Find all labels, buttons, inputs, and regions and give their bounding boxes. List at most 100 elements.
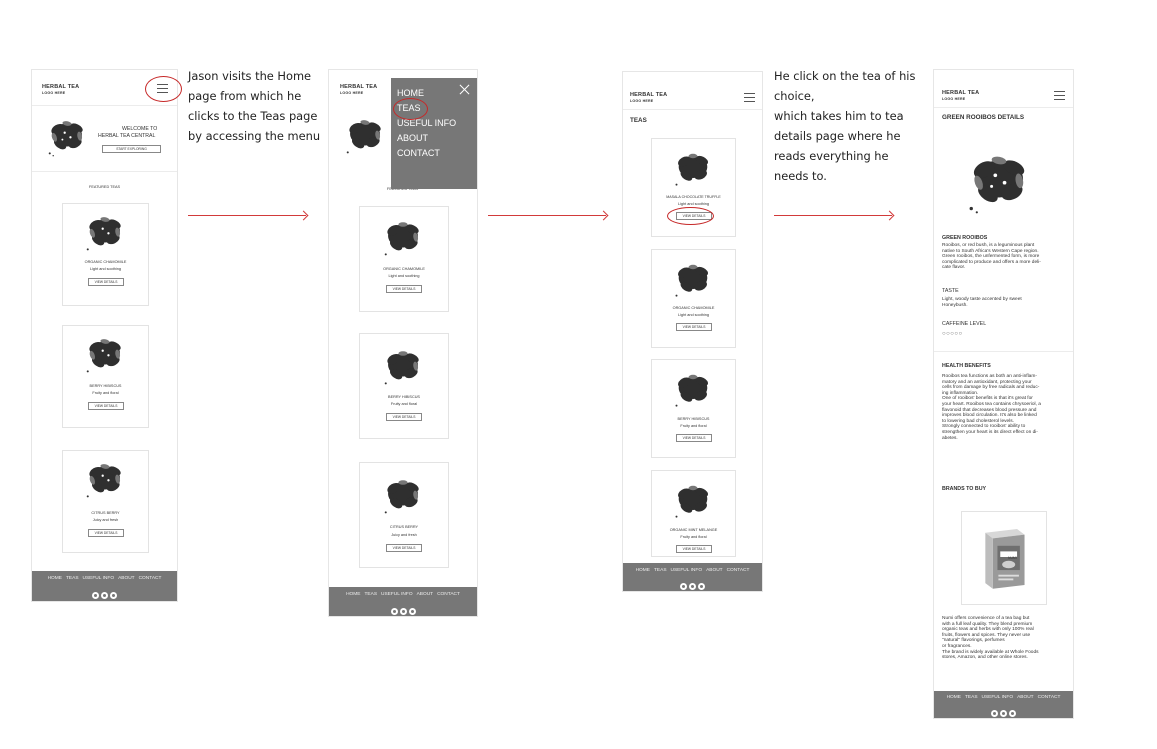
instagram-icon[interactable]: [698, 583, 705, 590]
tea-name: CITRUS BERRY: [389, 525, 419, 529]
tea-leaves-image: [675, 153, 708, 186]
brand-logo[interactable]: HERBAL TEA LOGO HERE: [340, 84, 377, 96]
menu-item-home[interactable]: HOME: [397, 88, 424, 98]
brand-logo[interactable]: HERBAL TEA LOGO HERE: [630, 92, 667, 104]
highlight-circle: [145, 76, 182, 102]
menu-screen: HERBAL TEA LOGO HERE FEATURED TEAS ORGANI…: [328, 69, 478, 617]
twitter-icon[interactable]: [101, 592, 108, 599]
view-details-button[interactable]: VIEW DETAILS: [88, 402, 124, 410]
footer-link-teas[interactable]: TEAS: [66, 576, 79, 581]
footer-link-useful-info[interactable]: USEFUL INFO: [982, 695, 1014, 700]
footer-link-useful-info[interactable]: USEFUL INFO: [381, 592, 413, 597]
footer-link-useful-info[interactable]: USEFUL INFO: [671, 568, 703, 573]
footer-link-about[interactable]: ABOUT: [706, 568, 723, 573]
footer-link-about[interactable]: ABOUT: [118, 576, 135, 581]
instagram-icon[interactable]: [1009, 710, 1016, 717]
flow-arrow: [774, 215, 892, 216]
tea-name: MASALA CHOCOLATE TRUFFLE: [666, 195, 721, 199]
brand-sub: LOGO HERE: [942, 97, 966, 101]
footer-link-home[interactable]: HOME: [346, 592, 360, 597]
tea-box-product-image: [985, 529, 1025, 589]
footer-link-useful-info[interactable]: USEFUL INFO: [83, 576, 115, 581]
caffeine-label: CAFFEINE LEVEL: [942, 321, 987, 327]
caption-line: clicks to the Teas page: [188, 109, 318, 123]
caffeine-level-dots: ○○○○○: [942, 331, 963, 337]
footer-link-teas[interactable]: TEAS: [654, 568, 667, 573]
highlight-circle: [393, 98, 428, 120]
caption-line: Jason visits the Home: [188, 69, 312, 83]
footer-link-teas[interactable]: TEAS: [965, 695, 978, 700]
caption-line: page from which he: [188, 89, 302, 103]
view-details-button[interactable]: VIEW DETAILS: [676, 545, 712, 553]
twitter-icon[interactable]: [1000, 710, 1007, 717]
view-details-button[interactable]: VIEW DETAILS: [386, 544, 422, 552]
caption-step-3: He click on the tea of his choice, which…: [774, 66, 915, 186]
footer: HOME TEAS USEFUL INFO ABOUT CONTACT: [329, 587, 477, 616]
page-title: GREEN ROOIBOS DETAILS: [942, 114, 1025, 121]
footer-link-contact[interactable]: CONTACT: [1038, 695, 1061, 700]
welcome-line-1: WELCOME TO: [122, 126, 158, 132]
view-details-button[interactable]: VIEW DETAILS: [386, 413, 422, 421]
footer-link-about[interactable]: ABOUT: [1017, 695, 1034, 700]
footer-link-contact[interactable]: CONTACT: [727, 568, 750, 573]
product-label: NUMI: [1008, 556, 1017, 560]
hamburger-menu-icon[interactable]: [744, 93, 755, 102]
tea-name: CITRUS BERRY: [91, 511, 120, 515]
footer: HOME TEAS USEFUL INFO ABOUT CONTACT: [623, 563, 762, 591]
instagram-icon[interactable]: [408, 608, 416, 615]
menu-item-contact[interactable]: CONTACT: [397, 148, 440, 158]
footer-link-contact[interactable]: CONTACT: [139, 576, 162, 581]
intro-text: Rooibos, or red bush, is a leguminous pl…: [942, 243, 1041, 271]
health-benefits-title: HEALTH BENEFITS: [942, 363, 991, 369]
tea-desc: Fruity and floral: [92, 391, 119, 395]
caption-line: He click on the tea of his: [774, 69, 916, 83]
brand-logo[interactable]: HERBAL TEA LOGO HERE: [42, 84, 79, 96]
footer-link-teas[interactable]: TEAS: [364, 592, 377, 597]
tea-desc: Fruity and floral: [680, 424, 707, 428]
instagram-icon[interactable]: [110, 592, 117, 599]
menu-item-about[interactable]: ABOUT: [397, 133, 428, 143]
tea-leaves-image: [675, 264, 708, 297]
caption-line: needs to.: [774, 169, 827, 183]
facebook-icon[interactable]: [991, 710, 998, 717]
tea-leaves-image: [675, 485, 708, 518]
taste-text: Light, woody taste accented by sweet Hone…: [942, 297, 1022, 308]
tea-desc: Fruity and floral: [390, 402, 418, 406]
footer-link-home[interactable]: HOME: [48, 576, 62, 581]
start-exploring-button[interactable]: START EXPLORING: [102, 145, 161, 153]
view-details-button[interactable]: VIEW DETAILS: [386, 285, 422, 293]
facebook-icon[interactable]: [92, 592, 99, 599]
twitter-icon[interactable]: [689, 583, 696, 590]
facebook-icon[interactable]: [390, 608, 398, 615]
home-screen: HERBAL TEA LOGO HERE WELCOME TO HERBAL TE…: [31, 69, 182, 602]
tea-desc: Light and soothing: [677, 202, 710, 206]
footer-link-contact[interactable]: CONTACT: [437, 592, 460, 597]
tea-desc: Light and soothing: [89, 267, 122, 271]
flow-arrow: [188, 215, 306, 216]
footer-link-about[interactable]: ABOUT: [417, 592, 434, 597]
tea-desc: Juicy and fresh: [391, 533, 417, 537]
view-details-button[interactable]: VIEW DETAILS: [676, 323, 712, 331]
view-details-button[interactable]: VIEW DETAILS: [88, 278, 124, 286]
close-icon[interactable]: [459, 84, 470, 95]
view-details-button[interactable]: VIEW DETAILS: [88, 529, 124, 537]
social-icons: [934, 704, 1073, 722]
twitter-icon[interactable]: [399, 608, 407, 615]
tea-leaves-image: [48, 121, 83, 157]
brands-to-buy-title: BRANDS TO BUY: [942, 486, 987, 492]
caption-line: by accessing the menu: [188, 129, 321, 143]
product-card[interactable]: NUMI: [961, 511, 1047, 605]
facebook-icon[interactable]: [680, 583, 687, 590]
tea-name: ORGANIC CHAMOMILE: [383, 267, 425, 271]
tea-card: MASALA CHOCOLATE TRUFFLE Light and sooth…: [651, 138, 736, 237]
tea-card: ORGANIC MINT MELANGE Fruity and floral V…: [651, 470, 736, 557]
footer-links: HOME TEAS USEFUL INFO ABOUT CONTACT: [329, 592, 477, 597]
tea-card: ORGANIC CHAMOMILE Light and soothing VIE…: [651, 249, 736, 348]
footer: HOME TEAS USEFUL INFO ABOUT CONTACT: [934, 691, 1073, 718]
footer-link-home[interactable]: HOME: [947, 695, 961, 700]
footer-link-home[interactable]: HOME: [636, 568, 650, 573]
hamburger-menu-icon[interactable]: [1054, 91, 1065, 100]
brand-logo[interactable]: HERBAL TEA LOGO HERE: [942, 90, 979, 102]
view-details-button[interactable]: VIEW DETAILS: [676, 434, 712, 442]
tea-card: CITRUS BERRY Juicy and fresh VIEW DETAIL…: [62, 450, 149, 553]
